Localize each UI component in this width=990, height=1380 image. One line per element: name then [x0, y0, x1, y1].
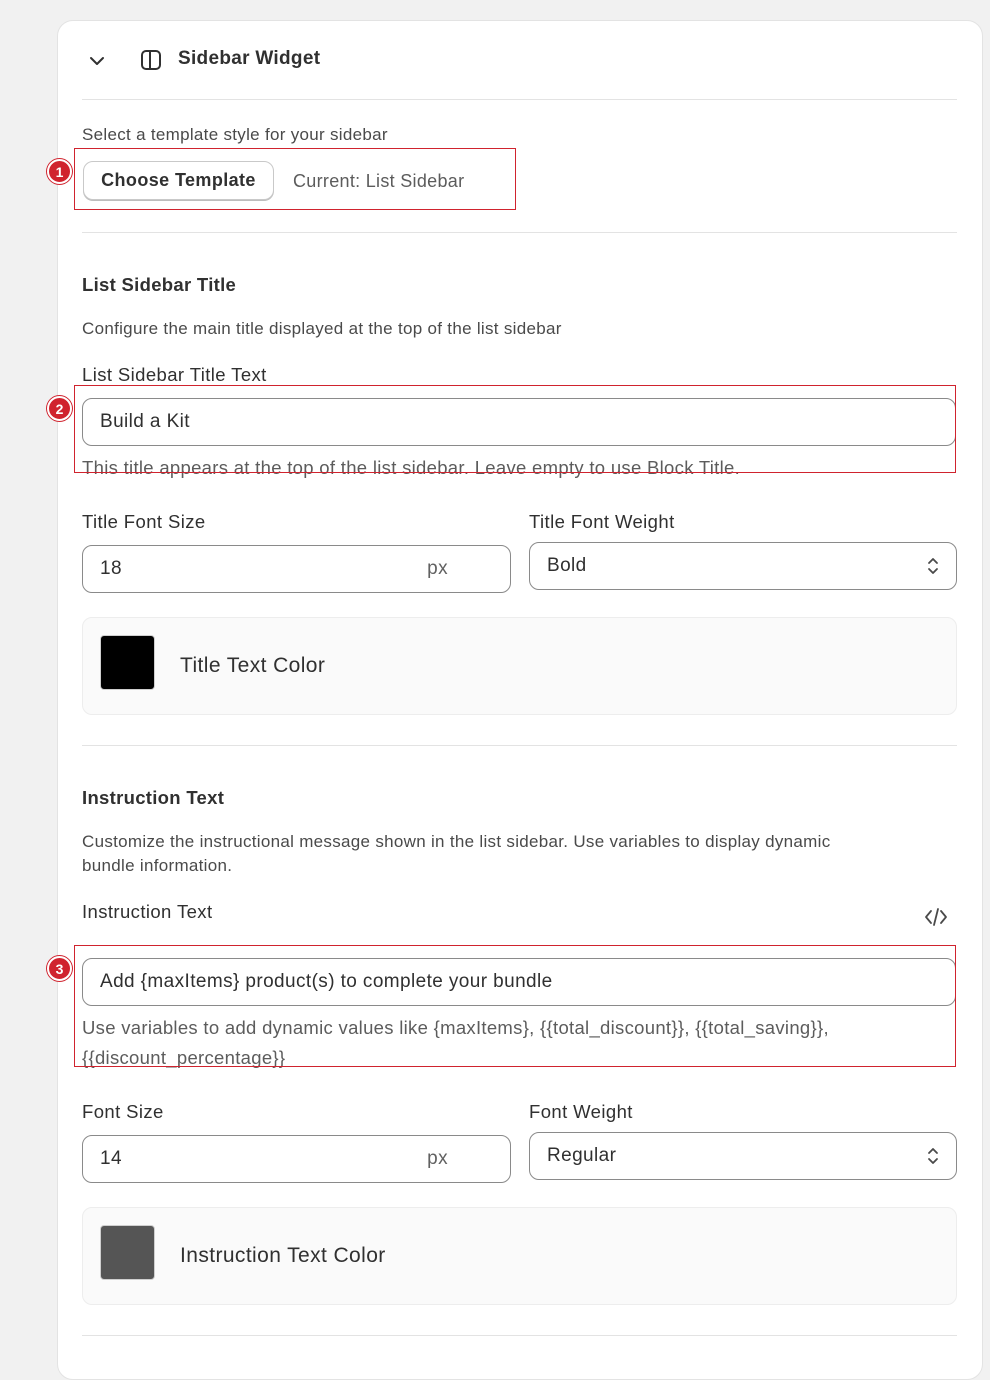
instruction-color-card[interactable]: Instruction Text Color [82, 1207, 957, 1305]
title-font-size-label: Title Font Size [82, 511, 206, 532]
instruction-description-line1: Customize the instructional message show… [82, 832, 831, 851]
title-font-size-unit: px [427, 558, 448, 579]
title-font-size-value: 18 [100, 558, 122, 579]
instruction-color-swatch[interactable] [100, 1225, 155, 1280]
annotation-badge-1: 1 [47, 159, 72, 184]
instruction-font-weight-select[interactable]: Regular [529, 1132, 957, 1180]
template-prompt: Select a template style for your sidebar [82, 125, 388, 144]
annotation-box-3 [74, 945, 956, 1067]
select-chevrons-icon [926, 1145, 940, 1167]
instruction-font-size-input[interactable]: 14 px [82, 1135, 511, 1183]
title-section-description: Configure the main title displayed at th… [82, 319, 562, 338]
title-divider [82, 745, 957, 746]
instruction-text-label: Instruction Text [82, 901, 213, 922]
instruction-divider [82, 1335, 957, 1336]
instruction-section-heading: Instruction Text [82, 787, 225, 808]
header-divider [82, 99, 957, 100]
select-chevrons-icon [926, 555, 940, 577]
annotation-box-2 [74, 385, 956, 473]
instruction-font-weight-value: Regular [547, 1145, 617, 1166]
title-color-card[interactable]: Title Text Color [82, 617, 957, 715]
annotation-box-1 [74, 148, 516, 210]
instruction-font-size-value: 14 [100, 1148, 122, 1169]
chevron-down-icon[interactable] [88, 52, 106, 70]
sidebar-layout-icon [139, 48, 163, 72]
annotation-badge-2: 2 [47, 396, 72, 421]
instruction-color-label: Instruction Text Color [180, 1244, 386, 1267]
instruction-font-weight-label: Font Weight [529, 1101, 633, 1122]
title-font-weight-label: Title Font Weight [529, 511, 675, 532]
instruction-description-line2: bundle information. [82, 856, 233, 875]
title-text-label: List Sidebar Title Text [82, 364, 267, 385]
template-divider [82, 232, 957, 233]
title-color-label: Title Text Color [180, 654, 326, 677]
title-color-swatch[interactable] [100, 635, 155, 690]
annotation-badge-3: 3 [47, 956, 72, 981]
instruction-font-size-label: Font Size [82, 1101, 164, 1122]
title-font-weight-value: Bold [547, 555, 587, 576]
title-font-size-input[interactable]: 18 px [82, 545, 511, 593]
panel-title: Sidebar Widget [178, 48, 321, 69]
title-font-weight-select[interactable]: Bold [529, 542, 957, 590]
title-section-heading: List Sidebar Title [82, 274, 237, 295]
code-icon[interactable] [924, 906, 948, 928]
instruction-font-size-unit: px [427, 1148, 448, 1169]
